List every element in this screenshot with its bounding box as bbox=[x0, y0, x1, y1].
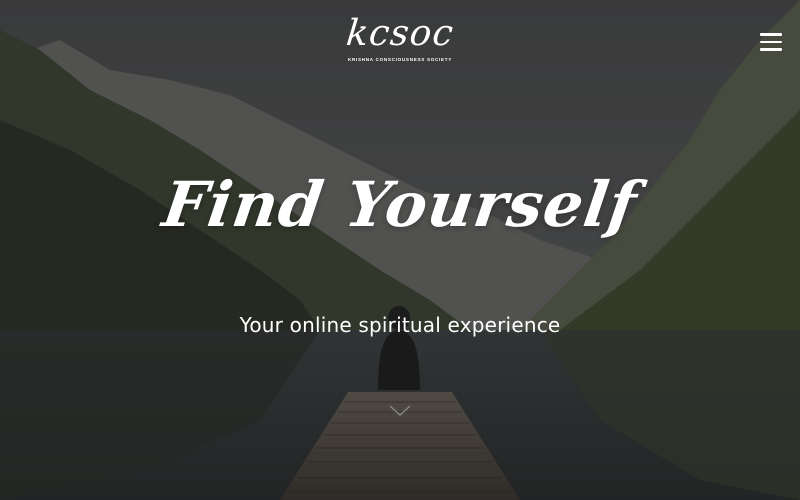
logo-tagline: KRISHNA CONSCIOUSNESS SOCIETY bbox=[347, 57, 453, 62]
hamburger-menu-icon[interactable] bbox=[760, 33, 782, 51]
dark-overlay bbox=[0, 0, 800, 500]
menu-bar-middle bbox=[760, 40, 782, 43]
chevron-down-icon[interactable] bbox=[388, 404, 412, 418]
hero-subtitle: Your online spiritual experience bbox=[239, 313, 561, 337]
logo-wordmark: kcsoc bbox=[344, 13, 456, 54]
menu-bar-bottom bbox=[760, 48, 782, 51]
hero-headline: Find Yourself bbox=[158, 168, 642, 241]
site-logo[interactable]: kcsoc KRISHNA CONSCIOUSNESS SOCIETY bbox=[340, 13, 460, 70]
hero-section: kcsoc KRISHNA CONSCIOUSNESS SOCIETY Find… bbox=[0, 0, 800, 500]
menu-bar-top bbox=[760, 33, 782, 36]
